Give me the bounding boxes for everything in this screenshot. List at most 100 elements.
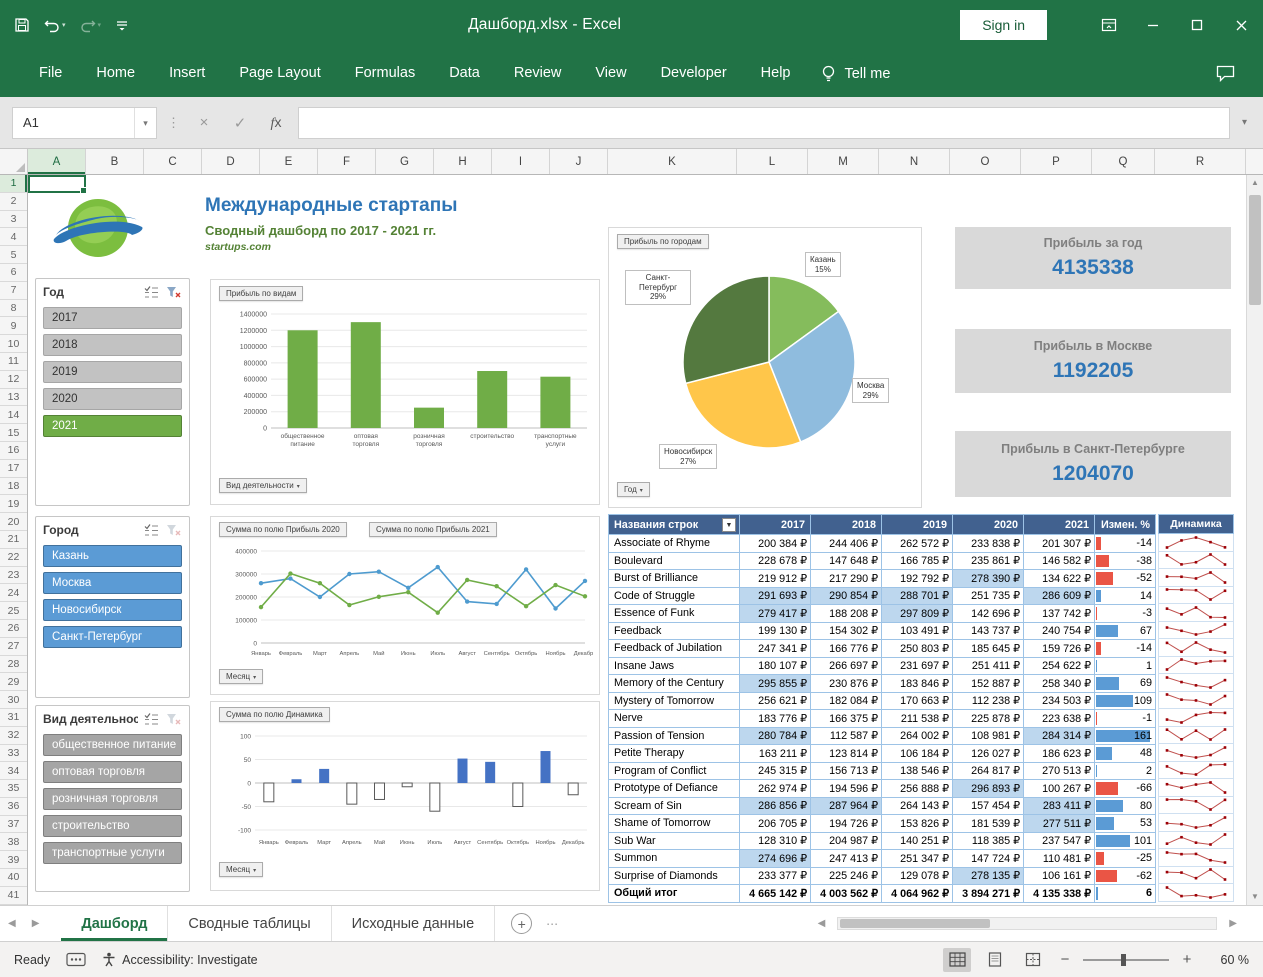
zoom-slider-thumb[interactable] xyxy=(1121,953,1126,966)
undo-button[interactable]: ▾ xyxy=(44,18,66,33)
row-header-12[interactable]: 12 xyxy=(0,371,27,389)
change-cell[interactable]: 14 xyxy=(1094,586,1156,605)
sparkline-cell[interactable] xyxy=(1158,586,1234,604)
row-header-6[interactable]: 6 xyxy=(0,264,27,282)
value-cell[interactable]: 296 893 ₽ xyxy=(952,779,1024,798)
slicer-item-строительство[interactable]: строительство xyxy=(43,815,182,837)
value-cell[interactable]: 274 696 ₽ xyxy=(739,849,811,868)
value-cell[interactable]: 295 855 ₽ xyxy=(739,674,811,693)
value-cell[interactable]: 287 964 ₽ xyxy=(810,796,882,815)
row-header-9[interactable]: 9 xyxy=(0,317,27,336)
sparkline-cell[interactable] xyxy=(1158,761,1234,779)
slicer-item-оптовая торговля[interactable]: оптовая торговля xyxy=(43,761,182,783)
row-header-15[interactable]: 15 xyxy=(0,424,27,442)
row-name-cell[interactable]: Shame of Tomorrow xyxy=(608,814,740,833)
row-name-cell[interactable]: Nerve xyxy=(608,709,740,728)
value-cell[interactable]: 251 411 ₽ xyxy=(952,656,1024,675)
customize-qat-button[interactable] xyxy=(115,18,129,32)
column-header-M[interactable]: M xyxy=(808,149,879,174)
ribbon-tab-data[interactable]: Data xyxy=(432,50,497,97)
row-name-cell[interactable]: Memory of the Century xyxy=(608,674,740,693)
scroll-down-icon[interactable]: ▼ xyxy=(1247,889,1263,905)
column-header-G[interactable]: G xyxy=(376,149,434,174)
ribbon-tab-developer[interactable]: Developer xyxy=(644,50,744,97)
value-cell[interactable]: 254 622 ₽ xyxy=(1023,656,1095,675)
column-header-C[interactable]: C xyxy=(144,149,202,174)
value-cell[interactable]: 284 314 ₽ xyxy=(1023,726,1095,745)
change-cell[interactable]: -14 xyxy=(1094,534,1156,553)
ribbon-tab-help[interactable]: Help xyxy=(744,50,808,97)
filter-dropdown-icon[interactable]: ▼ xyxy=(722,518,736,532)
value-cell[interactable]: 140 251 ₽ xyxy=(881,831,953,850)
slicer-item-транспортные услуги[interactable]: транспортные услуги xyxy=(43,842,182,864)
value-cell[interactable]: 230 876 ₽ xyxy=(810,674,882,693)
slicer-item-Санкт-Петербург[interactable]: Санкт-Петербург xyxy=(43,626,182,648)
close-button[interactable] xyxy=(1219,0,1263,50)
value-cell[interactable]: 182 084 ₽ xyxy=(810,691,882,710)
value-cell[interactable]: 262 974 ₽ xyxy=(739,779,811,798)
ribbon-tab-page-layout[interactable]: Page Layout xyxy=(222,50,337,97)
ribbon-tab-home[interactable]: Home xyxy=(79,50,152,97)
row-name-cell[interactable]: Program of Conflict xyxy=(608,761,740,780)
value-cell[interactable]: 142 696 ₽ xyxy=(952,604,1024,623)
ribbon-tab-file[interactable]: File xyxy=(22,50,79,97)
rows-label-header[interactable]: Названия строк ▼ xyxy=(608,514,740,535)
column-header-L[interactable]: L xyxy=(737,149,808,174)
value-cell[interactable]: 110 481 ₽ xyxy=(1023,849,1095,868)
clear-filter-icon[interactable] xyxy=(165,523,182,538)
value-cell[interactable]: 256 621 ₽ xyxy=(739,691,811,710)
column-header-F[interactable]: F xyxy=(318,149,376,174)
horizontal-scrollbar[interactable]: ◀ ▶ xyxy=(810,917,1245,930)
value-field-button[interactable]: Сумма по полю Прибыль 2020 xyxy=(219,522,347,537)
column-header-A[interactable]: A xyxy=(28,149,86,174)
row-header-41[interactable]: 41 xyxy=(0,887,27,905)
row-name-cell[interactable]: Burst of Brilliance xyxy=(608,569,740,588)
value-cell[interactable]: 231 697 ₽ xyxy=(881,656,953,675)
value-cell[interactable]: 103 491 ₽ xyxy=(881,621,953,640)
column-header-J[interactable]: J xyxy=(550,149,608,174)
value-cell[interactable]: 234 503 ₽ xyxy=(1023,691,1095,710)
column-header-2021[interactable]: 2021 xyxy=(1023,514,1095,535)
value-cell[interactable]: 204 987 ₽ xyxy=(810,831,882,850)
change-cell[interactable]: 1 xyxy=(1094,656,1156,675)
change-cell[interactable]: 67 xyxy=(1094,621,1156,640)
change-cell[interactable]: 161 xyxy=(1094,726,1156,745)
value-cell[interactable]: 264 817 ₽ xyxy=(952,761,1024,780)
column-header-K[interactable]: K xyxy=(608,149,737,174)
value-cell[interactable]: 194 726 ₽ xyxy=(810,814,882,833)
vertical-scrollbar[interactable]: ▲ ▼ xyxy=(1246,175,1263,905)
row-header-35[interactable]: 35 xyxy=(0,780,27,798)
row-header-24[interactable]: 24 xyxy=(0,584,27,603)
value-cell[interactable]: 240 754 ₽ xyxy=(1023,621,1095,640)
value-cell[interactable]: 270 513 ₽ xyxy=(1023,761,1095,780)
value-cell[interactable]: 245 315 ₽ xyxy=(739,761,811,780)
vertical-scroll-thumb[interactable] xyxy=(1249,195,1261,305)
row-name-cell[interactable]: Surprise of Diamonds xyxy=(608,866,740,885)
row-header-23[interactable]: 23 xyxy=(0,567,27,585)
row-name-cell[interactable]: Scream of Sin xyxy=(608,796,740,815)
sparkline-cell[interactable] xyxy=(1158,621,1234,639)
column-header-P[interactable]: P xyxy=(1021,149,1092,174)
value-cell[interactable]: 251 347 ₽ xyxy=(881,849,953,868)
value-cell[interactable]: 129 078 ₽ xyxy=(881,866,953,885)
value-cell[interactable]: 108 981 ₽ xyxy=(952,726,1024,745)
accessibility-status[interactable]: Accessibility: Investigate xyxy=(102,952,258,967)
value-cell[interactable]: 264 143 ₽ xyxy=(881,796,953,815)
value-cell[interactable]: 247 341 ₽ xyxy=(739,639,811,658)
value-cell[interactable]: 106 184 ₽ xyxy=(881,744,953,763)
sparkline-cell[interactable] xyxy=(1158,604,1234,622)
slicer-item-Москва[interactable]: Москва xyxy=(43,572,182,594)
ribbon-tab-insert[interactable]: Insert xyxy=(152,50,222,97)
value-cell[interactable]: 188 208 ₽ xyxy=(810,604,882,623)
row-header-32[interactable]: 32 xyxy=(0,727,27,745)
macro-record-icon[interactable] xyxy=(66,952,86,967)
name-box[interactable]: A1 ▾ xyxy=(12,106,157,139)
value-cell[interactable]: 291 693 ₽ xyxy=(739,586,811,605)
value-cell[interactable]: 147 648 ₽ xyxy=(810,551,882,570)
column-header-2019[interactable]: 2019 xyxy=(881,514,953,535)
row-header-14[interactable]: 14 xyxy=(0,406,27,425)
sparkline-cell[interactable] xyxy=(1158,744,1234,762)
value-cell[interactable]: 264 002 ₽ xyxy=(881,726,953,745)
value-cell[interactable]: 194 596 ₽ xyxy=(810,779,882,798)
formula-input[interactable] xyxy=(298,106,1230,139)
